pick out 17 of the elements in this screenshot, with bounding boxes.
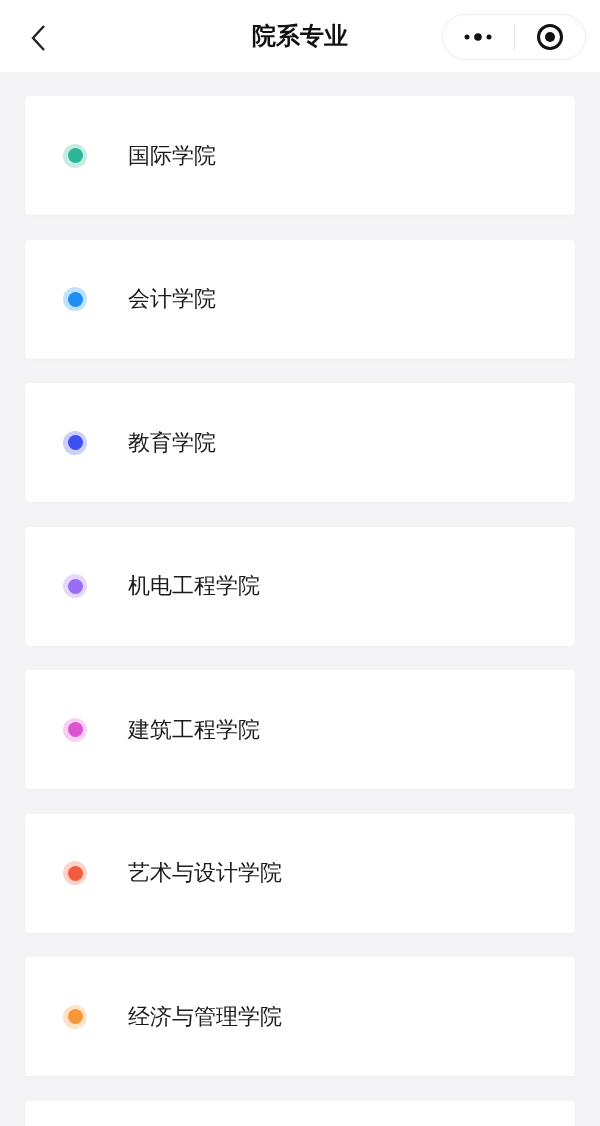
close-icon[interactable] [535, 23, 564, 51]
college-card[interactable]: 会计学院 [25, 239, 575, 359]
more-icon[interactable] [463, 32, 494, 42]
college-name: 机电工程学院 [128, 572, 260, 600]
college-card[interactable]: 机电工程学院 [25, 526, 575, 646]
college-name: 教育学院 [128, 428, 216, 457]
college-card[interactable]: 艺术与设计学院 [25, 813, 575, 933]
college-card[interactable]: 教育学院 [25, 383, 575, 502]
college-name: 艺术与设计学院 [128, 859, 282, 887]
college-name: 国际学院 [128, 141, 216, 170]
college-card[interactable]: 经济与管理学院 [25, 957, 575, 1076]
page-title: 院系专业 [252, 21, 348, 52]
college-card[interactable]: 国际学院 [25, 96, 575, 215]
college-card[interactable]: 建筑工程学院 [25, 670, 575, 789]
college-name: 建筑工程学院 [128, 715, 260, 744]
college-name: 会计学院 [128, 285, 216, 313]
college-name: 经济与管理学院 [128, 1002, 282, 1031]
